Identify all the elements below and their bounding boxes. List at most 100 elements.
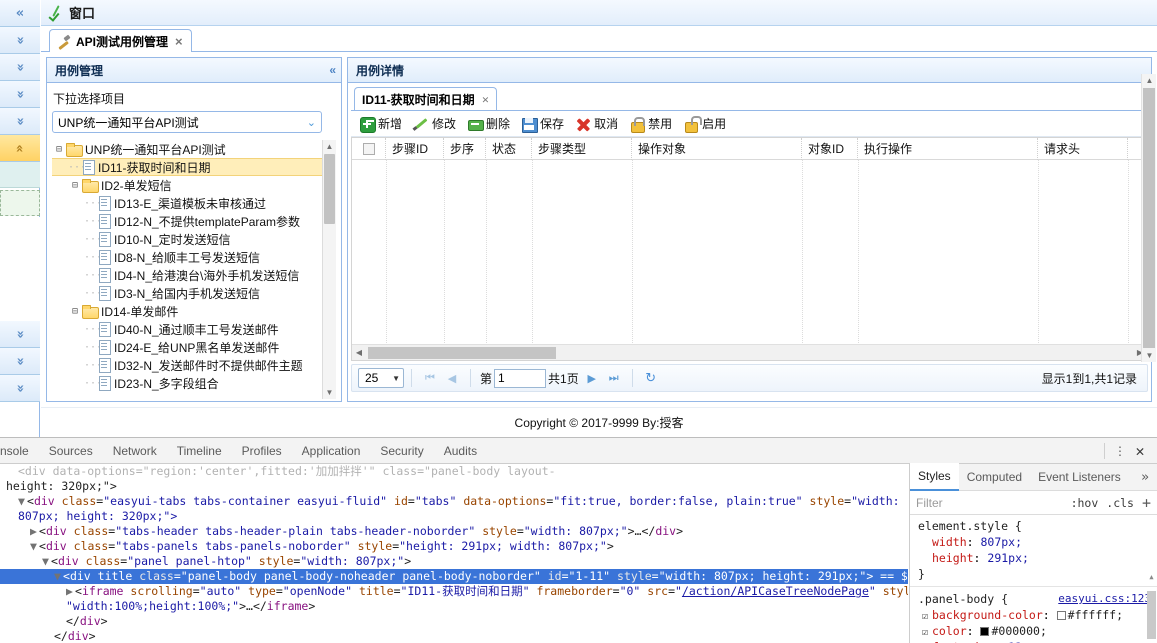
tree-node[interactable]: ··· ID8-N_给顺丰工号发送短信 — [52, 248, 336, 266]
toolbar-button-修改[interactable]: 修改 — [409, 113, 463, 134]
dom-node-line[interactable]: "width:100%;height:100%;">…</iframe> — [0, 599, 908, 614]
page-size-select[interactable]: 25 ▼ — [358, 368, 404, 388]
toolbar-button-保存[interactable]: 保存 — [517, 113, 571, 134]
tree-node[interactable]: ⊟ UNP统一通知平台API测试 — [52, 140, 336, 158]
css-declaration[interactable]: ☑ background-color: #ffffff; — [918, 607, 1151, 623]
expand-triangle-icon[interactable]: ▼ — [42, 554, 51, 569]
hscroll-thumb[interactable] — [368, 346, 556, 359]
css-declaration[interactable]: ☑font-size: 12px; — [918, 639, 1151, 643]
toolbar-button-禁用[interactable]: 禁用 — [625, 113, 679, 134]
tree-toggle-icon[interactable]: ⊟ — [68, 180, 82, 191]
dom-node-line[interactable]: </div> — [0, 614, 908, 629]
scroll-up-icon[interactable]: ▲ — [1147, 569, 1156, 585]
tree-node[interactable]: ··· ID13-E_渠道模板未审核通过 — [52, 194, 336, 212]
css-declaration[interactable]: width: 807px; — [918, 534, 1151, 550]
chevron-down-icon[interactable]: ⌄ — [307, 116, 319, 129]
styles-tab-event-listeners[interactable]: Event Listeners — [1030, 464, 1129, 490]
styles-more-icon[interactable]: » — [1141, 470, 1157, 485]
prev-page-button[interactable]: ◀ — [441, 368, 463, 388]
detail-panel-scrollbar[interactable]: ▲ ▼ — [1141, 74, 1156, 362]
scroll-thumb[interactable] — [1143, 88, 1155, 348]
collapse-left-panel-icon[interactable]: « — [329, 63, 336, 77]
datagrid-body[interactable] — [352, 160, 1147, 343]
expand-triangle-icon[interactable]: ▼ — [18, 494, 27, 509]
new-style-rule-icon[interactable]: + — [1142, 494, 1151, 512]
tree-node[interactable]: ··· ID40-N_通过顺丰工号发送邮件 — [52, 320, 336, 338]
column-header-select[interactable] — [352, 138, 386, 160]
tree-node[interactable]: ··· ID23-N_多字段组合 — [52, 374, 336, 392]
tab-id11[interactable]: ID11-获取时间和日期 × — [354, 87, 498, 111]
hscroll-track[interactable] — [366, 346, 1133, 360]
devtools-tab-security[interactable]: Security — [370, 438, 433, 464]
column-header-步骤类型[interactable]: 步骤类型 — [532, 138, 632, 160]
select-all-checkbox[interactable] — [362, 142, 375, 155]
rail-item-3[interactable]: » — [0, 81, 40, 108]
case-tree-scrollbar[interactable]: ▲ ▼ — [322, 140, 336, 399]
last-page-button[interactable]: ⏭ — [603, 368, 625, 388]
styles-scrollbar[interactable]: ▲ — [1147, 569, 1156, 643]
first-page-button[interactable]: ⏮ — [419, 368, 441, 388]
devtools-tab-nsole[interactable]: nsole — [0, 438, 39, 464]
tree-node[interactable]: ··· ID11-获取时间和日期 — [52, 158, 336, 176]
refresh-button[interactable]: ↻ — [640, 368, 662, 388]
devtools-tab-audits[interactable]: Audits — [434, 438, 487, 464]
color-swatch[interactable] — [980, 627, 990, 636]
devtools-dom-tree[interactable]: <div data-options="region:'center',fitte… — [0, 464, 908, 643]
app-tab-close-icon[interactable]: × — [173, 34, 183, 49]
page-number-input[interactable]: 1 — [494, 368, 547, 388]
dom-node-line[interactable]: ▶ <iframe scrolling="auto" type="openNode… — [0, 584, 908, 599]
tab-api-case-management[interactable]: API测试用例管理 × — [49, 29, 192, 53]
tree-node[interactable]: ··· ID12-N_不提供templateParam参数 — [52, 212, 336, 230]
expand-triangle-icon[interactable]: ▶ — [66, 584, 75, 599]
color-swatch[interactable] — [1056, 611, 1066, 620]
expand-triangle-icon[interactable]: ▼ — [54, 569, 63, 584]
more-options-icon[interactable]: ⋮ — [1113, 445, 1127, 457]
dom-node-line[interactable]: ▼ <div class="panel panel-htop" style="wi… — [0, 554, 908, 569]
scroll-up-icon[interactable]: ▲ — [1143, 74, 1156, 87]
css-declaration[interactable]: height: 291px; — [918, 550, 1151, 566]
style-source-link[interactable]: easyui.css:123 — [1058, 591, 1151, 607]
column-header-执行操作[interactable]: 执行操作 — [858, 138, 1038, 160]
cls-toggle[interactable]: .cls — [1106, 496, 1134, 510]
expand-triangle-icon[interactable]: ▶ — [30, 524, 39, 539]
dom-node-line[interactable]: height: 320px;"> — [0, 479, 908, 494]
rail-item-0[interactable]: « — [0, 0, 40, 27]
tree-node[interactable]: ⊟ ID14-单发邮件 — [52, 302, 336, 320]
toolbar-button-新增[interactable]: 新增 — [355, 113, 409, 134]
toolbar-button-启用[interactable]: 启用 — [679, 113, 733, 134]
scroll-down-icon[interactable]: ▼ — [323, 386, 336, 399]
rail-item-5[interactable]: » — [0, 135, 40, 162]
tree-node[interactable]: ⊟ ID2-单发短信 — [52, 176, 336, 194]
rail-bottom-item-2[interactable]: » — [0, 375, 40, 402]
styles-filter-input[interactable]: Filter — [916, 496, 1063, 510]
devtools-tab-application[interactable]: Application — [292, 438, 371, 464]
column-header-状态[interactable]: 状态 — [486, 138, 532, 160]
tree-node[interactable]: ··· ID4-N_给港澳台\海外手机发送短信 — [52, 266, 336, 284]
tree-node[interactable]: ··· ID10-N_定时发送短信 — [52, 230, 336, 248]
tree-node[interactable]: ··· ID32-N_发送邮件时不提供邮件主题 — [52, 356, 336, 374]
column-header-对象ID[interactable]: 对象ID — [802, 138, 858, 160]
dom-node-line[interactable]: ▶ <div class="tabs-header tabs-header-pla… — [0, 524, 908, 539]
expand-triangle-icon[interactable]: ▼ — [30, 539, 39, 554]
dom-node-line[interactable]: </div> — [0, 629, 908, 643]
devtools-tab-network[interactable]: Network — [103, 438, 167, 464]
scroll-up-icon[interactable]: ▲ — [323, 140, 336, 153]
dom-node-line[interactable]: ▼ <div class = "easyui-tabs tabs-container … — [0, 494, 908, 509]
tree-toggle-icon[interactable]: ⊟ — [52, 144, 66, 155]
scroll-left-icon[interactable]: ◀ — [352, 348, 366, 357]
styles-tab-computed[interactable]: Computed — [959, 464, 1030, 490]
hov-toggle[interactable]: :hov — [1071, 496, 1099, 510]
project-select[interactable]: UNP统一通知平台API测试 ⌄ — [52, 111, 322, 133]
dom-node-line[interactable]: 807px; height: 320px;"> — [0, 509, 908, 524]
dom-node-line[interactable]: <div data-options="region:'center',fitte… — [0, 464, 908, 479]
scroll-thumb[interactable] — [1147, 591, 1156, 639]
tree-node[interactable]: ··· ID24-E_给UNP黑名单发送邮件 — [52, 338, 336, 356]
scroll-down-icon[interactable]: ▼ — [1143, 349, 1156, 362]
column-header-请求头[interactable]: 请求头 — [1038, 138, 1128, 160]
rail-item-4[interactable]: » — [0, 108, 40, 135]
css-declaration[interactable]: ☑ color: #000000; — [918, 623, 1151, 639]
close-devtools-icon[interactable]: ✕ — [1131, 442, 1149, 460]
rail-bottom-item-1[interactable]: » — [0, 348, 40, 375]
detail-tab-close-icon[interactable]: × — [480, 92, 489, 108]
scroll-thumb[interactable] — [324, 154, 335, 224]
